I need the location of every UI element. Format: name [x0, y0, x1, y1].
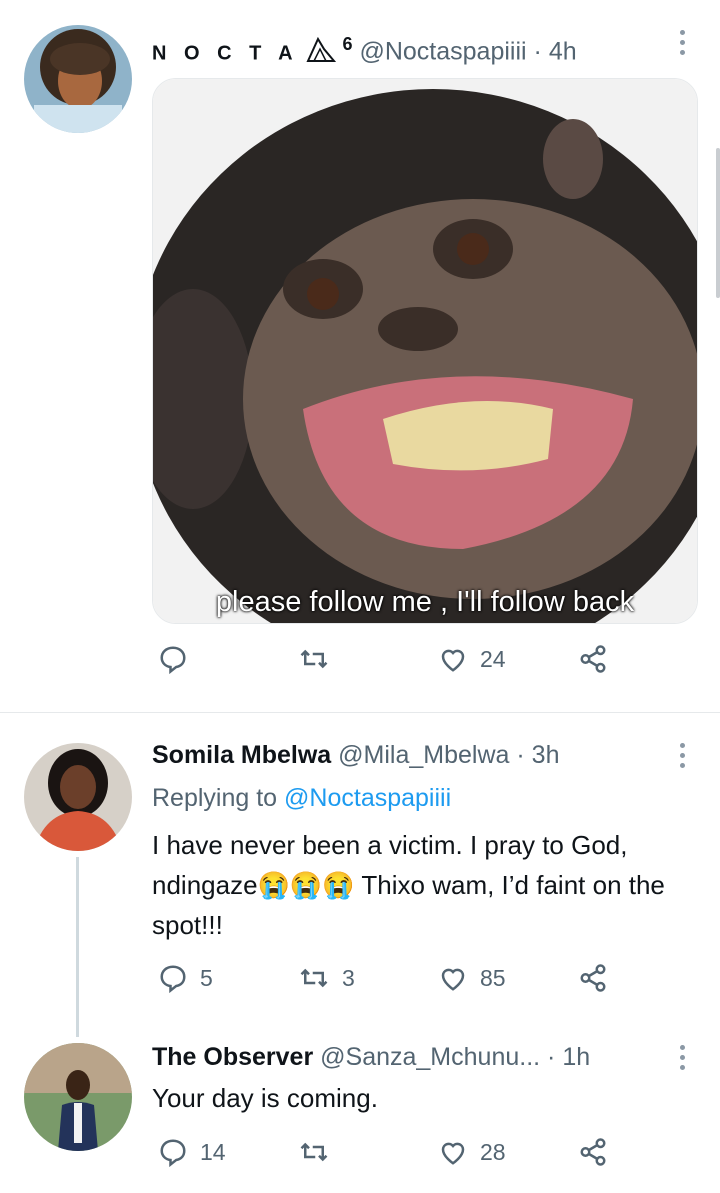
- reply-button[interactable]: 5: [158, 963, 213, 993]
- reply-count: 14: [200, 1138, 226, 1165]
- share-button[interactable]: [578, 1137, 608, 1167]
- retweet-button[interactable]: [298, 644, 330, 674]
- tweet-header: Somila Mbelwa @Mila_Mbelwa · 3h: [152, 740, 559, 770]
- more-icon[interactable]: [680, 743, 686, 773]
- like-button[interactable]: 24: [438, 644, 506, 674]
- timestamp[interactable]: · 1h: [547, 1043, 590, 1071]
- mention-link[interactable]: @Noctaspapiiii: [284, 784, 451, 812]
- handle[interactable]: @Noctaspapiiii: [359, 37, 526, 65]
- replying-to: Replying to @Noctaspapiiii: [152, 784, 451, 813]
- reply-icon: [160, 965, 186, 993]
- reply-button[interactable]: 14: [158, 1137, 226, 1167]
- like-button[interactable]: 28: [438, 1137, 506, 1167]
- more-icon[interactable]: [680, 1045, 686, 1075]
- share-icon: [580, 964, 606, 992]
- like-count: 28: [480, 1138, 506, 1165]
- avatar[interactable]: [24, 25, 132, 133]
- tweet-main[interactable]: N O C T A 6 @Noctaspapiiii · 4h please f…: [0, 0, 720, 712]
- tweet-actions: 24: [152, 644, 632, 680]
- reply-icon: [160, 646, 186, 674]
- reply-button[interactable]: [158, 644, 188, 674]
- like-icon: [441, 649, 465, 672]
- media-caption: please follow me , I'll follow back: [215, 586, 635, 618]
- tweet-reply[interactable]: The Observer @Sanza_Mchunu... · 1h Your …: [0, 1033, 720, 1193]
- like-icon: [441, 1142, 465, 1165]
- tweet-media[interactable]: please follow me , I'll follow back: [152, 78, 698, 624]
- display-name[interactable]: The Observer: [152, 1043, 313, 1071]
- retweet-icon: [300, 649, 328, 669]
- handle[interactable]: @Mila_Mbelwa: [338, 741, 509, 769]
- tweet-actions: 5 3 85: [152, 963, 632, 999]
- retweet-button[interactable]: 3: [298, 963, 355, 993]
- retweet-icon: [300, 1142, 328, 1162]
- timestamp[interactable]: · 4h: [534, 37, 577, 65]
- reply-icon: [160, 1139, 186, 1167]
- handle[interactable]: @Sanza_Mchunu...: [320, 1043, 540, 1071]
- retweet-button[interactable]: [298, 1137, 330, 1167]
- display-name[interactable]: N O C T A: [152, 42, 299, 64]
- like-icon: [441, 968, 465, 991]
- like-count: 24: [480, 645, 506, 672]
- tweet-text: Your day is coming.: [152, 1083, 378, 1113]
- chimpanzee-image: [153, 79, 697, 623]
- tweet-reply[interactable]: Somila Mbelwa @Mila_Mbelwa · 3h Replying…: [0, 713, 720, 1037]
- thread-line: [76, 857, 79, 1037]
- share-icon: [580, 645, 606, 673]
- share-button[interactable]: [578, 963, 608, 993]
- like-count: 85: [480, 964, 506, 991]
- badge-number: 6: [342, 34, 353, 54]
- tweet-text: I have never been a victim. I pray to Go…: [152, 830, 665, 940]
- replying-label: Replying to: [152, 784, 278, 812]
- tweet-actions: 14 28: [152, 1137, 632, 1173]
- owl-badge-icon: [305, 37, 343, 65]
- tweet-header: N O C T A 6 @Noctaspapiiii · 4h: [152, 29, 577, 68]
- more-icon[interactable]: [680, 30, 686, 60]
- like-button[interactable]: 85: [438, 963, 506, 993]
- tweet-header: The Observer @Sanza_Mchunu... · 1h: [152, 1042, 590, 1072]
- retweet-icon: [300, 968, 328, 988]
- avatar[interactable]: [24, 1043, 132, 1151]
- share-button[interactable]: [578, 644, 608, 674]
- timestamp[interactable]: · 3h: [516, 741, 559, 769]
- share-icon: [580, 1138, 606, 1166]
- display-name[interactable]: Somila Mbelwa: [152, 741, 331, 769]
- reply-count: 5: [200, 964, 213, 991]
- retweet-count: 3: [342, 964, 355, 991]
- avatar[interactable]: [24, 743, 132, 851]
